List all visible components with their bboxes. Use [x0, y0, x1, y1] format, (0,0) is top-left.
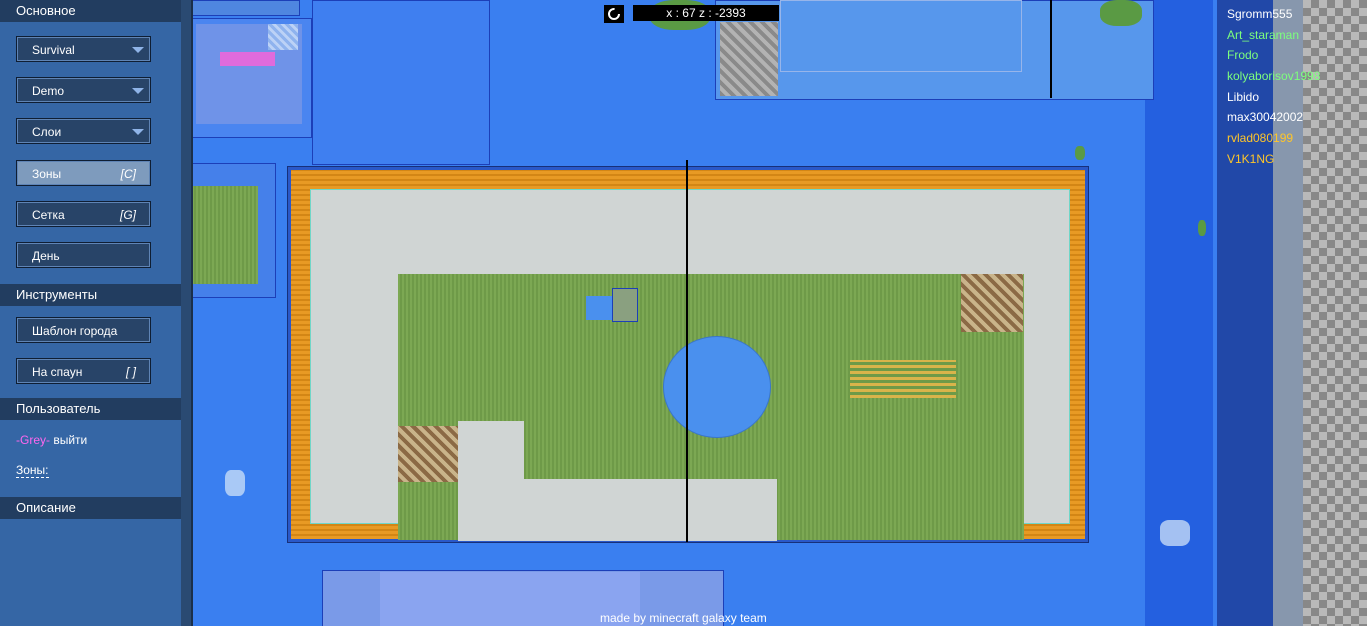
footer-credit: made by minecraft galaxy team [600, 611, 767, 625]
description-section-body [0, 519, 181, 626]
day-toggle-button[interactable]: День [16, 242, 151, 268]
map-building [220, 52, 275, 66]
username[interactable]: -Grey- [16, 433, 50, 447]
logout-link[interactable]: выйти [53, 433, 87, 447]
section-title-main: Основное [0, 0, 181, 22]
dirt-patch [961, 274, 1023, 332]
coordinate-readout: x : 67 z : -2393 [633, 5, 779, 21]
zones-label: Зоны [32, 167, 62, 181]
mode-label: Survival [32, 43, 75, 57]
player-list-bg [1273, 0, 1303, 626]
layers-label: Слои [32, 125, 62, 139]
map-island [1198, 220, 1206, 236]
cursor-line [686, 160, 688, 542]
user-section-body [0, 420, 181, 498]
world-dropdown[interactable]: Demo [16, 77, 151, 103]
section-title-description: Описание [0, 497, 181, 519]
map-line [1050, 0, 1052, 98]
user-zones-link[interactable]: Зоны: [16, 463, 49, 478]
player-name[interactable]: V1K1NG [1227, 152, 1274, 166]
day-label: День [32, 249, 60, 263]
map-ground [192, 186, 258, 284]
chevron-down-icon [132, 47, 144, 53]
player-name[interactable]: Libido [1227, 90, 1259, 104]
player-name[interactable]: kolyaborisov1998 [1227, 69, 1320, 83]
map-building [268, 24, 298, 50]
player-name[interactable]: Sgromm555 [1227, 7, 1292, 21]
grid-toggle-button[interactable]: Сетка [G] [16, 201, 151, 227]
go-to-spawn-button[interactable]: На спаун [ ] [16, 358, 151, 384]
town-floor [310, 189, 1070, 541]
zones-hotkey: [C] [120, 167, 136, 181]
road [458, 421, 524, 541]
city-template-button[interactable]: Шаблон города [16, 317, 151, 343]
spawn-label: На спаун [32, 365, 83, 379]
map-zone [312, 0, 490, 165]
town-zone[interactable] [287, 166, 1089, 543]
dirt-patch [398, 426, 458, 482]
player-list-bg [1303, 0, 1367, 626]
user-info: -Grey- выйти [16, 433, 87, 447]
reload-icon [608, 8, 620, 20]
pool [586, 296, 614, 320]
road [524, 479, 777, 541]
chevron-down-icon [132, 88, 144, 94]
reload-button[interactable] [604, 5, 624, 23]
section-title-tools: Инструменты [0, 284, 181, 306]
zones-toggle-button[interactable]: Зоны [C] [16, 160, 151, 186]
player-name[interactable]: max30042002 [1227, 110, 1303, 124]
fountain [663, 336, 771, 438]
sidebar: Основное Survival Demo Слои Зоны [C] Сет… [0, 0, 193, 626]
player-name[interactable]: Art_staraman [1227, 28, 1299, 42]
player-name[interactable]: Frodo [1227, 48, 1258, 62]
map-building [612, 288, 638, 322]
map-structure [190, 0, 300, 16]
map-ground [720, 22, 778, 96]
mode-dropdown[interactable]: Survival [16, 36, 151, 62]
farm-field [850, 360, 956, 398]
grass-area [398, 274, 1024, 541]
player-list: Sgromm555 Art_staraman Frodo kolyaboriso… [1217, 0, 1367, 626]
chevron-down-icon [132, 129, 144, 135]
section-title-user: Пользователь [0, 398, 181, 420]
map-ice [225, 470, 245, 496]
map-island [1100, 0, 1142, 26]
grid-hotkey: [G] [119, 208, 136, 222]
map-zone [780, 0, 1022, 72]
map-island [1075, 146, 1085, 160]
world-label: Demo [32, 84, 65, 98]
map-ice [1160, 520, 1190, 546]
city-template-label: Шаблон города [32, 324, 118, 338]
player-name[interactable]: rvlad080199 [1227, 131, 1293, 145]
grid-label: Сетка [32, 208, 65, 222]
layers-dropdown[interactable]: Слои [16, 118, 151, 144]
spawn-hotkey: [ ] [125, 365, 136, 379]
world-map[interactable]: x : 67 z : -2393 made by minecraft galax… [0, 0, 1367, 626]
